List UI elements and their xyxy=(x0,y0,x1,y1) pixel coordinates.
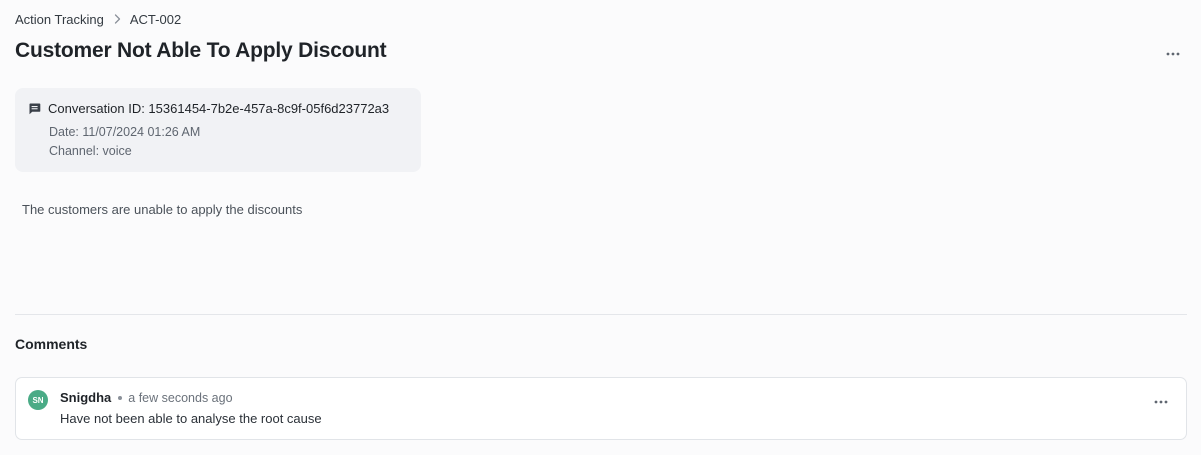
conversation-id-row: Conversation ID: 15361454-7b2e-457a-8c9f… xyxy=(28,101,389,116)
comment-header: Snigdha a few seconds ago xyxy=(60,390,233,405)
comment-item: SN Snigdha a few seconds ago Have not be… xyxy=(15,377,1187,440)
breadcrumb-current: ACT-002 xyxy=(129,12,182,27)
breadcrumb-action-tracking[interactable]: Action Tracking xyxy=(15,12,104,27)
comment-text: Have not been able to analyse the root c… xyxy=(60,411,322,426)
chevron-right-icon xyxy=(114,13,121,27)
action-detail-page: Action Tracking ACT-002 Customer Not Abl… xyxy=(0,0,1201,455)
chat-icon xyxy=(28,102,41,115)
section-divider xyxy=(15,314,1187,315)
action-description: The customers are unable to apply the di… xyxy=(22,202,303,217)
header-more-button[interactable] xyxy=(1161,41,1185,61)
conversation-channel: Channel: voice xyxy=(49,144,132,158)
more-horizontal-icon xyxy=(1166,44,1180,58)
bullet-separator-icon xyxy=(118,395,123,400)
conversation-date: Date: 11/07/2024 01:26 AM xyxy=(49,125,201,139)
conversation-card[interactable]: Conversation ID: 15361454-7b2e-457a-8c9f… xyxy=(15,88,421,172)
more-horizontal-icon xyxy=(1154,392,1168,406)
avatar: SN xyxy=(28,390,48,410)
comment-author: Snigdha xyxy=(60,390,112,405)
comments-heading: Comments xyxy=(15,336,88,352)
comment-more-button[interactable] xyxy=(1149,389,1173,409)
comment-time: a few seconds ago xyxy=(128,390,233,405)
conversation-id: Conversation ID: 15361454-7b2e-457a-8c9f… xyxy=(48,101,390,116)
page-title: Customer Not Able To Apply Discount xyxy=(15,39,387,62)
breadcrumb: Action Tracking ACT-002 xyxy=(15,12,181,27)
